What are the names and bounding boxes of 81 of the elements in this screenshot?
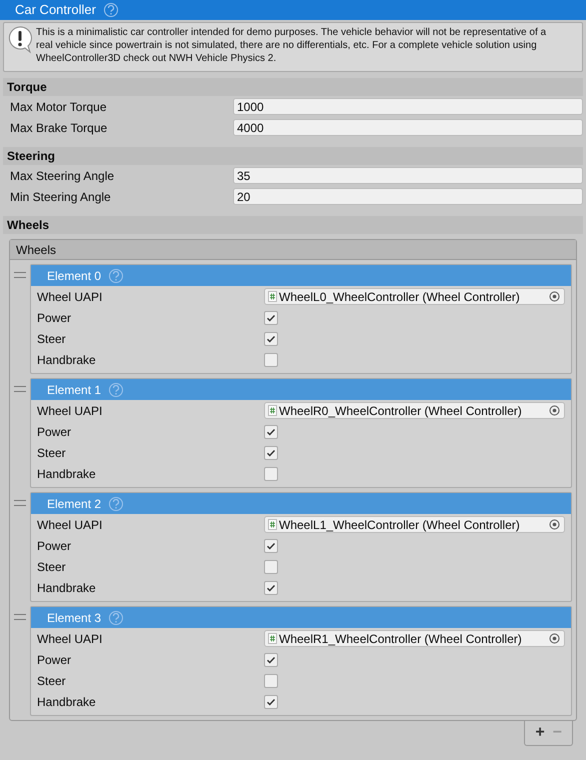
script-icon	[268, 633, 277, 644]
number-field[interactable]: 35	[233, 167, 583, 184]
number-field[interactable]: 4000	[233, 119, 583, 136]
checkbox[interactable]	[264, 674, 278, 688]
checkmark-icon	[266, 334, 276, 344]
object-field[interactable]: WheelL1_WheelController (Wheel Controller)	[264, 516, 565, 533]
help-icon[interactable]	[109, 610, 124, 624]
field-label: Steer	[37, 330, 67, 348]
checkbox[interactable]	[264, 580, 278, 594]
checkmark-icon	[266, 448, 276, 458]
object-field[interactable]: WheelR1_WheelController (Wheel Controller)	[264, 630, 565, 647]
help-icon[interactable]	[109, 382, 124, 396]
object-field[interactable]: WheelR0_WheelController (Wheel Controller)	[264, 402, 565, 419]
section-title: Steering	[7, 148, 56, 165]
warning-icon	[8, 26, 32, 54]
field-label: Wheel UAPI	[37, 630, 104, 648]
checkmark-icon	[266, 654, 276, 664]
number-field[interactable]: 20	[233, 188, 583, 205]
field-label: Power	[37, 424, 72, 440]
picker-icon[interactable]	[549, 405, 560, 416]
element-title: Element 3	[47, 610, 102, 626]
script-icon	[268, 519, 277, 530]
element-title: Element 1	[47, 382, 102, 398]
checkbox[interactable]	[264, 538, 278, 552]
checkbox[interactable]	[264, 694, 278, 708]
section-title: Torque	[7, 79, 47, 96]
field-label: Handbrake	[37, 466, 97, 482]
field-label: Handbrake	[37, 580, 97, 596]
field-label: Power	[37, 310, 72, 326]
help-icon[interactable]	[104, 3, 118, 17]
field-label: Steer	[37, 672, 67, 690]
field-label: Max Brake Torque	[10, 120, 108, 136]
checkmark-icon	[266, 540, 276, 550]
object-value: WheelR0_WheelController (Wheel Controller)	[279, 402, 523, 420]
drag-handle-icon[interactable]	[14, 272, 26, 278]
picker-icon[interactable]	[549, 633, 560, 644]
object-value: WheelL1_WheelController (Wheel Controller)	[279, 516, 521, 534]
picker-icon[interactable]	[549, 519, 560, 530]
field-label: Steer	[37, 558, 67, 576]
picker-icon[interactable]	[549, 291, 560, 302]
section-title: Wheels	[7, 217, 50, 234]
element-title: Element 2	[47, 496, 102, 512]
checkbox[interactable]	[264, 560, 278, 574]
window-title: Car Controller	[15, 1, 96, 20]
checkbox[interactable]	[264, 310, 278, 324]
checkbox[interactable]	[264, 466, 278, 480]
field-label: Max Steering Angle	[10, 168, 116, 184]
field-label: Power	[37, 538, 72, 554]
field-label: Steer	[37, 444, 67, 462]
object-value: WheelL0_WheelController (Wheel Controller)	[279, 288, 521, 306]
drag-handle-icon[interactable]	[14, 386, 26, 392]
field-label: Wheel UAPI	[37, 288, 104, 306]
script-icon	[268, 291, 277, 302]
checkbox[interactable]	[264, 352, 278, 366]
checkmark-icon	[266, 426, 276, 436]
script-icon	[268, 405, 277, 416]
checkbox[interactable]	[264, 332, 278, 346]
help-icon[interactable]	[109, 268, 124, 282]
help-icon[interactable]	[109, 496, 124, 510]
field-label: Max Motor Torque	[10, 98, 108, 116]
object-field[interactable]: WheelL0_WheelController (Wheel Controller)	[264, 288, 565, 305]
checkmark-icon	[266, 312, 276, 322]
drag-handle-icon[interactable]	[14, 614, 26, 620]
field-label: Wheel UAPI	[37, 516, 104, 534]
number-field[interactable]: 1000	[233, 98, 583, 115]
field-label: Min Steering Angle	[10, 188, 112, 206]
checkmark-icon	[266, 696, 276, 706]
element-title: Element 0	[47, 268, 102, 284]
field-label: Wheel UAPI	[37, 402, 104, 420]
field-label: Handbrake	[37, 352, 97, 368]
add-button[interactable]: +	[535, 725, 545, 741]
field-label: Power	[37, 652, 72, 668]
checkbox[interactable]	[264, 652, 278, 666]
checkbox[interactable]	[264, 446, 278, 460]
checkmark-icon	[266, 582, 276, 592]
checkbox[interactable]	[264, 424, 278, 438]
field-label: Handbrake	[37, 694, 97, 710]
help-text: This is a minimalistic car controller intended for demo purposes. The vehicle behavior will not be representative of a real vehicle since powertrain is not simulated, there are no differentials, etc. For a complete vehicle solution using WheelController3D check out NWH Vehicle Physics 2.	[36, 26, 548, 65]
object-value: WheelR1_WheelController (Wheel Controller)	[279, 630, 523, 648]
list-title: Wheels	[16, 242, 56, 258]
drag-handle-icon[interactable]	[14, 500, 26, 506]
